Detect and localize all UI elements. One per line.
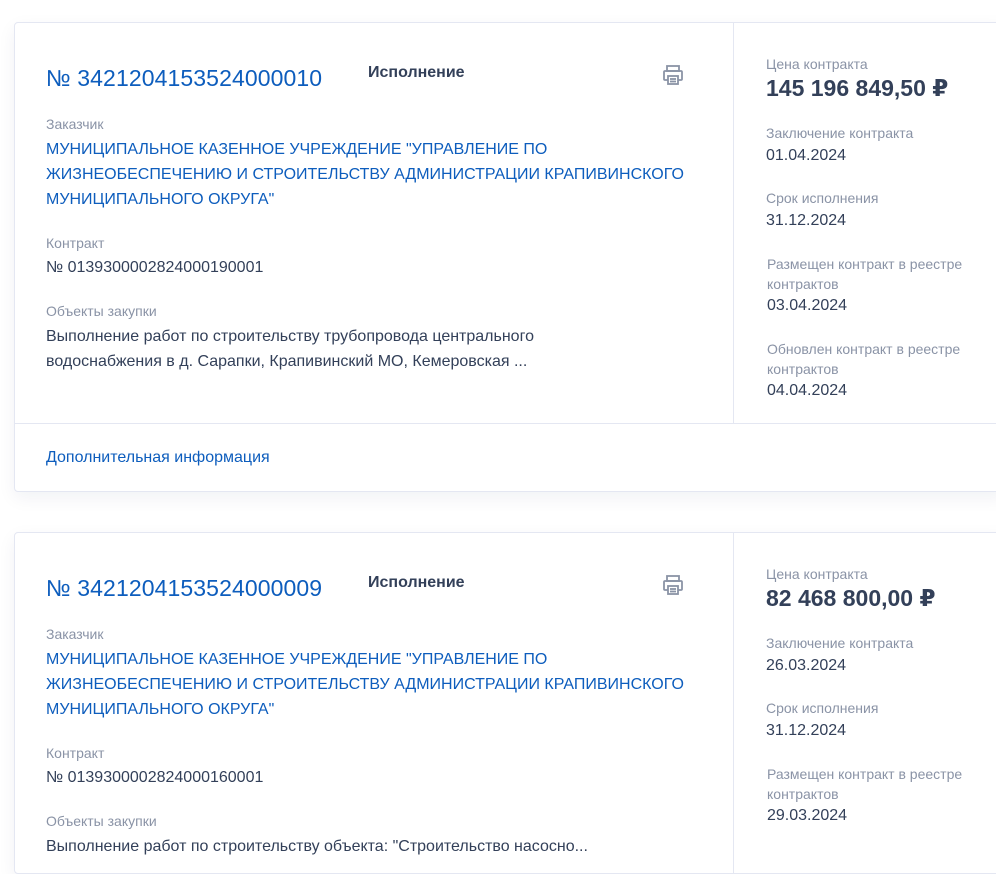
execution-label: Срок исполнения	[766, 700, 879, 716]
card-sidebar: Цена контракта 145 196 849,50 ₽ Заключен…	[733, 23, 996, 423]
registry-number-link[interactable]: № 3421204153524000009	[46, 575, 322, 602]
more-info-link[interactable]: Дополнительная информация	[46, 449, 270, 467]
posted-date: 03.04.2024	[767, 297, 848, 314]
execution-date: 31.12.2024	[766, 212, 847, 229]
price-value: 145 196 849,50 ₽	[766, 75, 949, 101]
customer-label: Заказчик	[46, 116, 104, 132]
conclusion-label: Заключение контракта	[766, 635, 914, 651]
conclusion-date: 01.04.2024	[766, 147, 847, 164]
updated-date: 04.04.2024	[767, 382, 848, 399]
registry-number-link[interactable]: № 3421204153524000010	[46, 65, 322, 92]
card-footer: Дополнительная информация	[15, 423, 996, 491]
objects-label: Объекты закупки	[46, 813, 157, 829]
price-label: Цена контракта	[766, 56, 868, 72]
contract-number: № 0139300002824000160001	[46, 769, 264, 786]
printer-icon[interactable]	[661, 573, 685, 597]
objects-label: Объекты закупки	[46, 303, 157, 319]
customer-name-link[interactable]: МУНИЦИПАЛЬНОЕ КАЗЕННОЕ УЧРЕЖДЕНИЕ "УПРАВ…	[46, 647, 696, 722]
contract-number: № 0139300002824000190001	[46, 259, 264, 276]
customer-label: Заказчик	[46, 626, 104, 642]
contract-label: Контракт	[46, 235, 105, 251]
contract-card: № 3421204153524000010 Исполнение Заказчи…	[14, 22, 996, 492]
price-label: Цена контракта	[766, 566, 868, 582]
contract-label: Контракт	[46, 745, 105, 761]
printer-icon[interactable]	[661, 63, 685, 87]
execution-label: Срок исполнения	[766, 190, 879, 206]
objects-text: Выполнение работ по строительству объект…	[46, 838, 588, 855]
status-badge: Исполнение	[368, 64, 465, 81]
objects-text: Выполнение работ по строительству трубоп…	[46, 328, 534, 370]
card-sidebar: Цена контракта 82 468 800,00 ₽ Заключени…	[733, 533, 996, 873]
card-main: № 3421204153524000010 Исполнение Заказчи…	[15, 23, 733, 423]
updated-label: Обновлен контракт в реестре контрактов	[767, 341, 961, 377]
posted-label: Размещен контракт в реестре контрактов	[767, 256, 963, 292]
posted-date: 29.03.2024	[767, 807, 848, 824]
card-main: № 3421204153524000009 Исполнение Заказчи…	[15, 533, 733, 873]
contract-card: № 3421204153524000009 Исполнение Заказчи…	[14, 532, 996, 874]
conclusion-date: 26.03.2024	[766, 657, 847, 674]
posted-label: Размещен контракт в реестре контрактов	[767, 766, 963, 802]
status-badge: Исполнение	[368, 574, 465, 591]
conclusion-label: Заключение контракта	[766, 125, 914, 141]
price-value: 82 468 800,00 ₽	[766, 585, 936, 611]
customer-name-link[interactable]: МУНИЦИПАЛЬНОЕ КАЗЕННОЕ УЧРЕЖДЕНИЕ "УПРАВ…	[46, 137, 696, 212]
execution-date: 31.12.2024	[766, 722, 847, 739]
